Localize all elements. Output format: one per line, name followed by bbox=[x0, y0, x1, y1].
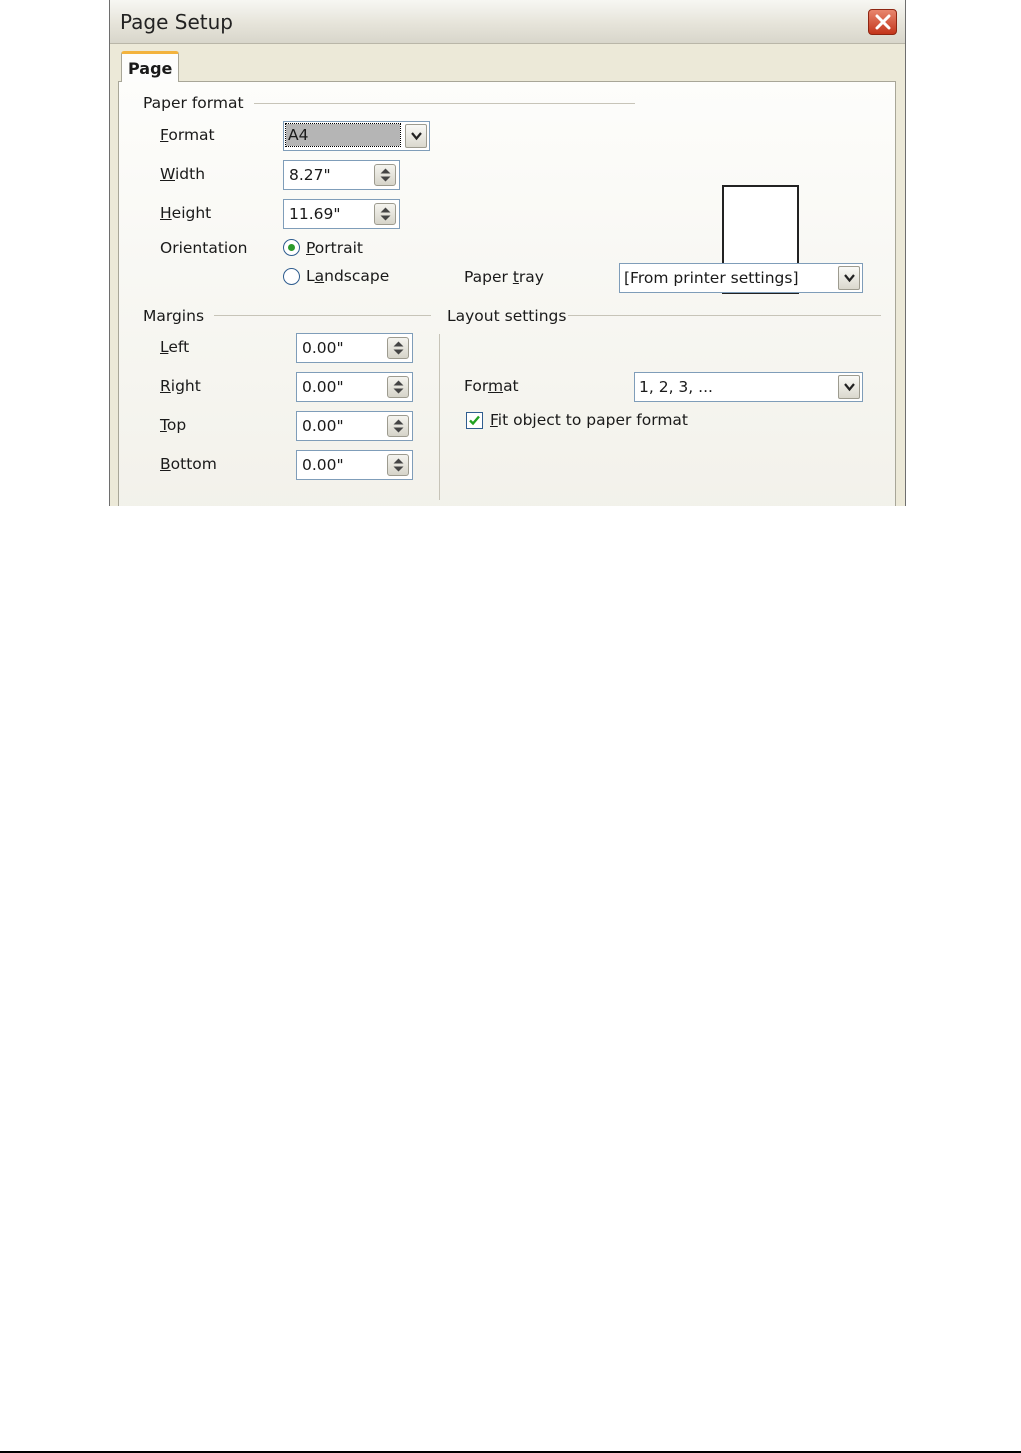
landscape-label[interactable]: Landscape bbox=[306, 267, 389, 285]
paper-tray-label: Paper tray bbox=[464, 268, 544, 286]
bottom-margin-field[interactable]: 0.00" bbox=[296, 450, 413, 480]
paper-tray-value: [From printer settings] bbox=[624, 269, 799, 287]
layout-settings-group-label: Layout settings bbox=[447, 307, 567, 325]
spin-arrows-icon bbox=[393, 419, 404, 433]
margins-group-label: Margins bbox=[143, 307, 205, 325]
paper-format-select[interactable]: A4 bbox=[283, 121, 430, 151]
portrait-radio[interactable] bbox=[283, 239, 300, 256]
fit-object-label[interactable]: Fit object to paper format bbox=[490, 411, 688, 429]
height-label: Height bbox=[160, 204, 212, 222]
width-field[interactable]: 8.27" bbox=[283, 160, 400, 190]
bottom-margin-label: Bottom bbox=[160, 455, 217, 473]
format-label: Format bbox=[160, 126, 215, 144]
layout-settings-divider bbox=[568, 315, 881, 316]
layout-format-label: Format bbox=[464, 377, 519, 395]
spin-arrows-icon bbox=[380, 207, 391, 221]
left-margin-spin-buttons[interactable] bbox=[387, 337, 409, 359]
close-button[interactable] bbox=[868, 9, 897, 35]
tab-panel: Paper format Format A4 Width 8.27" Heigh… bbox=[118, 81, 896, 506]
page-setup-dialog: Page Setup Page Paper format Format A4 W… bbox=[109, 0, 906, 506]
orientation-label: Orientation bbox=[160, 239, 248, 257]
layout-format-value: 1, 2, 3, ... bbox=[639, 378, 713, 396]
top-margin-label: Top bbox=[160, 416, 187, 434]
close-icon bbox=[875, 14, 891, 30]
top-margin-value: 0.00" bbox=[302, 417, 344, 435]
portrait-label[interactable]: Portrait bbox=[306, 239, 363, 257]
paper-tray-select[interactable]: [From printer settings] bbox=[619, 263, 863, 293]
width-label: Width bbox=[160, 165, 206, 183]
landscape-radio[interactable] bbox=[283, 268, 300, 285]
chevron-down-icon bbox=[411, 132, 422, 141]
left-margin-value: 0.00" bbox=[302, 339, 344, 357]
paper-format-dropdown-button[interactable] bbox=[405, 124, 427, 148]
dialog-title: Page Setup bbox=[120, 10, 233, 34]
height-value: 11.69" bbox=[289, 205, 341, 223]
bottom-margin-spin-buttons[interactable] bbox=[387, 454, 409, 476]
fit-object-checkbox[interactable] bbox=[466, 412, 483, 429]
layout-format-select[interactable]: 1, 2, 3, ... bbox=[634, 372, 863, 402]
right-margin-label: Right bbox=[160, 377, 201, 395]
height-field[interactable]: 11.69" bbox=[283, 199, 400, 229]
right-margin-spin-buttons[interactable] bbox=[387, 376, 409, 398]
bottom-margin-value: 0.00" bbox=[302, 456, 344, 474]
spin-arrows-icon bbox=[393, 341, 404, 355]
checkmark-icon bbox=[469, 415, 480, 426]
top-margin-field[interactable]: 0.00" bbox=[296, 411, 413, 441]
paper-format-value: A4 bbox=[285, 123, 401, 147]
spin-arrows-icon bbox=[380, 168, 391, 182]
paper-format-group-label: Paper format bbox=[143, 94, 244, 112]
layout-format-dropdown-button[interactable] bbox=[838, 375, 860, 399]
tab-page-label: Page bbox=[128, 59, 173, 78]
paper-tray-dropdown-button[interactable] bbox=[838, 266, 860, 290]
right-margin-field[interactable]: 0.00" bbox=[296, 372, 413, 402]
top-margin-spin-buttons[interactable] bbox=[387, 415, 409, 437]
width-value: 8.27" bbox=[289, 166, 331, 184]
left-margin-label: Left bbox=[160, 338, 190, 356]
width-spin-buttons[interactable] bbox=[374, 164, 396, 186]
spin-arrows-icon bbox=[393, 458, 404, 472]
right-margin-value: 0.00" bbox=[302, 378, 344, 396]
left-margin-field[interactable]: 0.00" bbox=[296, 333, 413, 363]
height-spin-buttons[interactable] bbox=[374, 203, 396, 225]
chevron-down-icon bbox=[844, 383, 855, 392]
paper-format-divider bbox=[254, 103, 635, 104]
tab-page[interactable]: Page bbox=[121, 51, 179, 82]
margins-layout-separator bbox=[439, 334, 440, 500]
chevron-down-icon bbox=[844, 274, 855, 283]
spin-arrows-icon bbox=[393, 380, 404, 394]
title-bar[interactable]: Page Setup bbox=[110, 0, 905, 44]
margins-divider bbox=[214, 315, 431, 316]
